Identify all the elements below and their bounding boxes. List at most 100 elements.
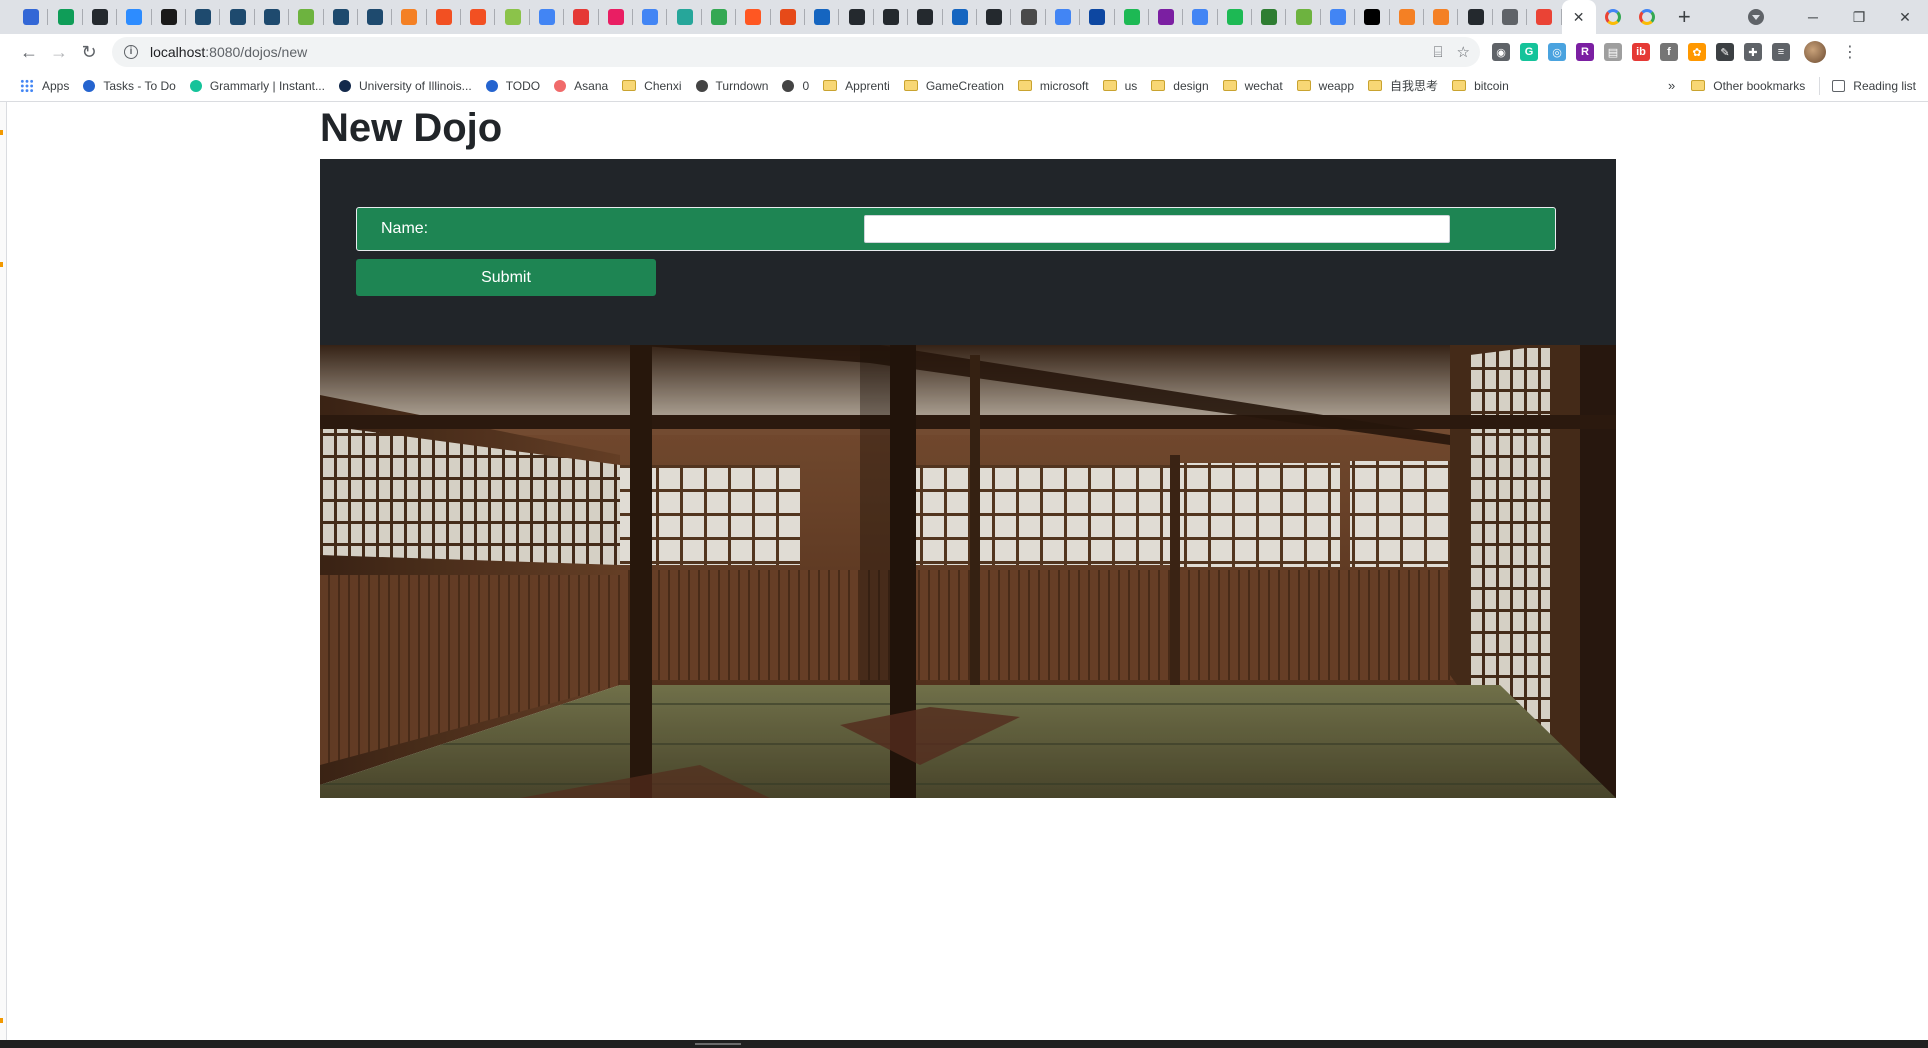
bookmark-star-icon[interactable]: ☆ — [1457, 43, 1470, 61]
browser-tab[interactable] — [186, 0, 221, 34]
browser-tab[interactable] — [633, 0, 668, 34]
address-bar[interactable]: i localhost:8080/dojos/new ⌸ ☆ — [112, 37, 1480, 67]
bookmark-item[interactable]: bitcoin — [1452, 79, 1509, 93]
back-button[interactable]: ← — [14, 37, 44, 67]
url-text[interactable]: localhost:8080/dojos/new — [150, 44, 307, 60]
bookmark-item[interactable]: us — [1102, 79, 1137, 93]
browser-tab[interactable] — [1046, 0, 1081, 34]
browser-tab[interactable] — [908, 0, 943, 34]
grammarly-icon[interactable]: G — [1520, 43, 1538, 61]
browser-tab[interactable] — [1149, 0, 1184, 34]
submit-button[interactable]: Submit — [356, 259, 656, 296]
browser-tab[interactable] — [1321, 0, 1356, 34]
browser-tab[interactable] — [1011, 0, 1047, 34]
browser-tab[interactable] — [255, 0, 290, 34]
bookmark-item[interactable]: Turndown — [695, 79, 768, 93]
info-icon[interactable]: i — [124, 45, 138, 59]
reading-list-button[interactable]: Reading list — [1832, 79, 1916, 93]
browser-tab[interactable] — [1252, 0, 1287, 34]
tab-google-2[interactable] — [1630, 0, 1664, 34]
blue-ext-icon[interactable]: ◎ — [1548, 43, 1566, 61]
tab-favicon-icon — [23, 9, 40, 25]
bookmark-item[interactable]: Asana — [554, 79, 608, 93]
browser-tab[interactable] — [1493, 0, 1528, 34]
bookmark-item[interactable]: University of Illinois... — [338, 79, 472, 93]
browser-tab[interactable] — [943, 0, 978, 34]
browser-tab[interactable] — [1390, 0, 1425, 34]
browser-tab[interactable] — [1080, 0, 1115, 34]
active-tab[interactable]: ✕ — [1561, 0, 1596, 34]
tab-google-1[interactable] — [1596, 0, 1630, 34]
browser-tab[interactable] — [736, 0, 771, 34]
browser-tab[interactable] — [1458, 0, 1494, 34]
quill-ext-icon[interactable]: ✎ — [1716, 43, 1734, 61]
ib-ext-icon[interactable]: ib — [1632, 43, 1650, 61]
browser-tab[interactable] — [977, 0, 1012, 34]
tab-close-icon[interactable]: ✕ — [1573, 9, 1585, 26]
url-host: localhost — [150, 44, 206, 60]
browser-tab[interactable] — [358, 0, 393, 34]
browser-tab[interactable] — [874, 0, 909, 34]
browser-tab[interactable] — [1218, 0, 1253, 34]
bookmark-item[interactable]: weapp — [1296, 79, 1354, 93]
browser-tab[interactable] — [427, 0, 462, 34]
browser-tab[interactable] — [1424, 0, 1459, 34]
browser-tab[interactable] — [530, 0, 565, 34]
browser-tab[interactable] — [1527, 0, 1562, 34]
bookmark-item[interactable]: Chenxi — [622, 79, 682, 93]
bookmark-item[interactable]: microsoft — [1017, 79, 1089, 93]
media-icon[interactable]: ≡ — [1772, 43, 1790, 61]
browser-tab[interactable] — [839, 0, 875, 34]
browser-tab[interactable] — [1183, 0, 1219, 34]
browser-tab[interactable] — [805, 0, 840, 34]
bookmark-item[interactable]: 0 — [782, 79, 809, 93]
browser-tab[interactable] — [324, 0, 359, 34]
close-window-button[interactable]: ✕ — [1882, 0, 1928, 34]
translate-icon[interactable]: ⌸ — [1434, 44, 1443, 61]
browser-tab[interactable] — [117, 0, 152, 34]
bookmark-item[interactable]: Apps — [20, 78, 69, 93]
color-wheel-icon[interactable]: ✿ — [1688, 43, 1706, 61]
browser-tab[interactable] — [220, 0, 256, 34]
browser-tab[interactable] — [599, 0, 634, 34]
camera-icon[interactable]: ◉ — [1492, 43, 1510, 61]
browser-tab[interactable] — [1355, 0, 1391, 34]
profile-avatar[interactable] — [1804, 41, 1826, 63]
other-bookmarks[interactable]: Other bookmarks — [1691, 79, 1805, 93]
bookmarks-overflow-chevron[interactable]: » — [1668, 78, 1675, 93]
browser-tab[interactable] — [564, 0, 600, 34]
forward-button[interactable]: → — [44, 37, 74, 67]
browser-tab[interactable] — [702, 0, 737, 34]
browser-tab[interactable] — [667, 0, 703, 34]
browser-tab[interactable] — [1286, 0, 1322, 34]
name-input[interactable] — [864, 215, 1450, 243]
r-ext-icon[interactable]: R — [1576, 43, 1594, 61]
bookmark-item[interactable]: Apprenti — [823, 79, 890, 93]
new-tab-button[interactable]: + — [1668, 3, 1700, 31]
browser-tab[interactable] — [152, 0, 187, 34]
bookmark-item[interactable]: 自我思考 — [1368, 77, 1438, 94]
minimize-button[interactable]: ─ — [1790, 0, 1836, 34]
bookmark-item[interactable]: Grammarly | Instant... — [189, 79, 325, 93]
browser-tab[interactable] — [392, 0, 428, 34]
bookmark-item[interactable]: Tasks - To Do — [83, 79, 176, 93]
browser-tab[interactable] — [14, 0, 49, 34]
bookmark-item[interactable]: design — [1151, 79, 1209, 93]
browser-tab[interactable] — [289, 0, 324, 34]
gray-ext-icon[interactable]: ▤ — [1604, 43, 1622, 61]
reload-button[interactable]: ↻ — [74, 37, 104, 67]
restore-button[interactable]: ❐ — [1836, 0, 1882, 34]
bookmark-item[interactable]: TODO — [485, 79, 540, 93]
browser-tab[interactable] — [48, 0, 84, 34]
bookmark-item[interactable]: GameCreation — [903, 79, 1004, 93]
browser-tab[interactable] — [83, 0, 118, 34]
browser-tab[interactable] — [1115, 0, 1150, 34]
f-ext-icon[interactable]: f — [1660, 43, 1678, 61]
tab-search-button[interactable] — [1742, 3, 1770, 31]
browser-tab[interactable] — [771, 0, 806, 34]
puzzle-icon[interactable]: ✚ — [1744, 43, 1762, 61]
browser-tab[interactable] — [495, 0, 531, 34]
browser-tab[interactable] — [461, 0, 496, 34]
browser-menu-icon[interactable]: ⋮ — [1842, 42, 1858, 62]
bookmark-item[interactable]: wechat — [1222, 79, 1283, 93]
